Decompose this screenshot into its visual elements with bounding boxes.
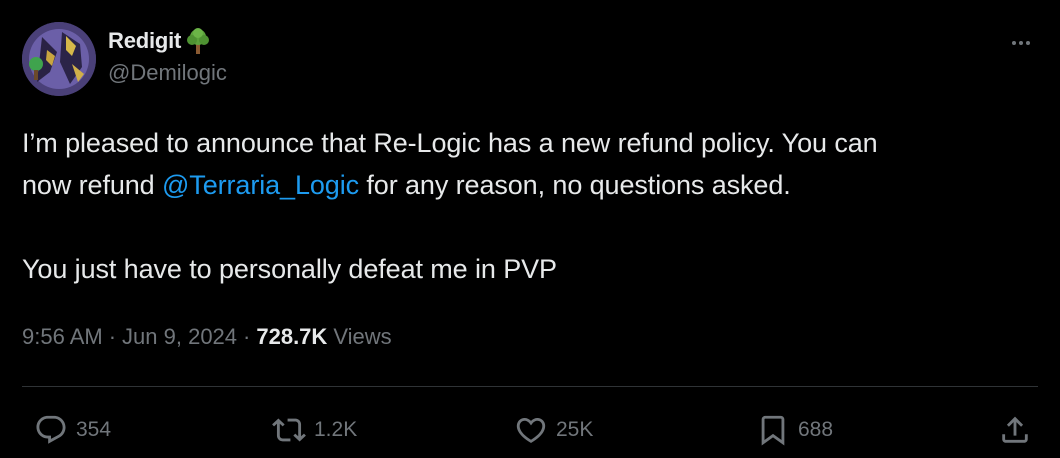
meta-separator: · bbox=[108, 324, 117, 349]
tweet-text-segment: for any reason, no questions asked. bbox=[359, 170, 791, 200]
bookmark-icon bbox=[761, 415, 785, 446]
reply-button[interactable]: 354 bbox=[34, 408, 111, 452]
more-icon bbox=[1012, 41, 1030, 45]
share-button[interactable] bbox=[998, 408, 1032, 452]
action-bar: 354 1.2K 25K 688 bbox=[22, 408, 1038, 452]
tree-emoji-icon bbox=[183, 26, 213, 56]
tweet-time[interactable]: 9:56 AM bbox=[22, 324, 103, 350]
author-block: Redigit @Demilogic bbox=[108, 26, 227, 86]
reply-icon bbox=[36, 415, 66, 444]
tweet-date[interactable]: Jun 9, 2024 bbox=[122, 324, 237, 350]
tweet-card: Redigit @Demilogic I’m pleased to announ… bbox=[0, 0, 1060, 458]
more-button[interactable] bbox=[1004, 26, 1038, 60]
like-count: 25K bbox=[556, 418, 594, 441]
repost-icon bbox=[272, 418, 306, 442]
repost-button[interactable]: 1.2K bbox=[272, 408, 357, 452]
share-icon bbox=[1002, 416, 1028, 443]
bookmark-button[interactable]: 688 bbox=[756, 408, 833, 452]
like-icon bbox=[516, 417, 546, 443]
mention-link[interactable]: @Terraria_Logic bbox=[162, 170, 359, 200]
tweet-text-line-1: I’m pleased to announce that Re-Logic ha… bbox=[22, 128, 878, 158]
tweet-text-line-2: now refund @Terraria_Logic for any reaso… bbox=[22, 164, 1042, 206]
display-name-row: Redigit bbox=[108, 26, 227, 56]
display-name[interactable]: Redigit bbox=[108, 28, 181, 54]
tweet-text: I’m pleased to announce that Re-Logic ha… bbox=[22, 122, 1042, 290]
tweet-text-line-3: You just have to personally defeat me in… bbox=[22, 254, 557, 284]
views-label: Views bbox=[333, 324, 392, 349]
bookmark-count: 688 bbox=[798, 418, 834, 441]
meta-separator: · bbox=[243, 324, 251, 349]
views-count: 728.7K bbox=[256, 324, 328, 349]
author-handle[interactable]: @Demilogic bbox=[108, 60, 227, 86]
reply-count: 354 bbox=[76, 418, 112, 441]
like-button[interactable]: 25K bbox=[514, 408, 593, 452]
divider bbox=[22, 386, 1038, 387]
repost-count: 1.2K bbox=[314, 418, 358, 441]
tweet-meta: 9:56 AM · Jun 9, 2024 · 728.7K Views bbox=[22, 324, 392, 350]
avatar[interactable] bbox=[22, 22, 96, 96]
tweet-text-segment: now refund bbox=[22, 170, 162, 200]
